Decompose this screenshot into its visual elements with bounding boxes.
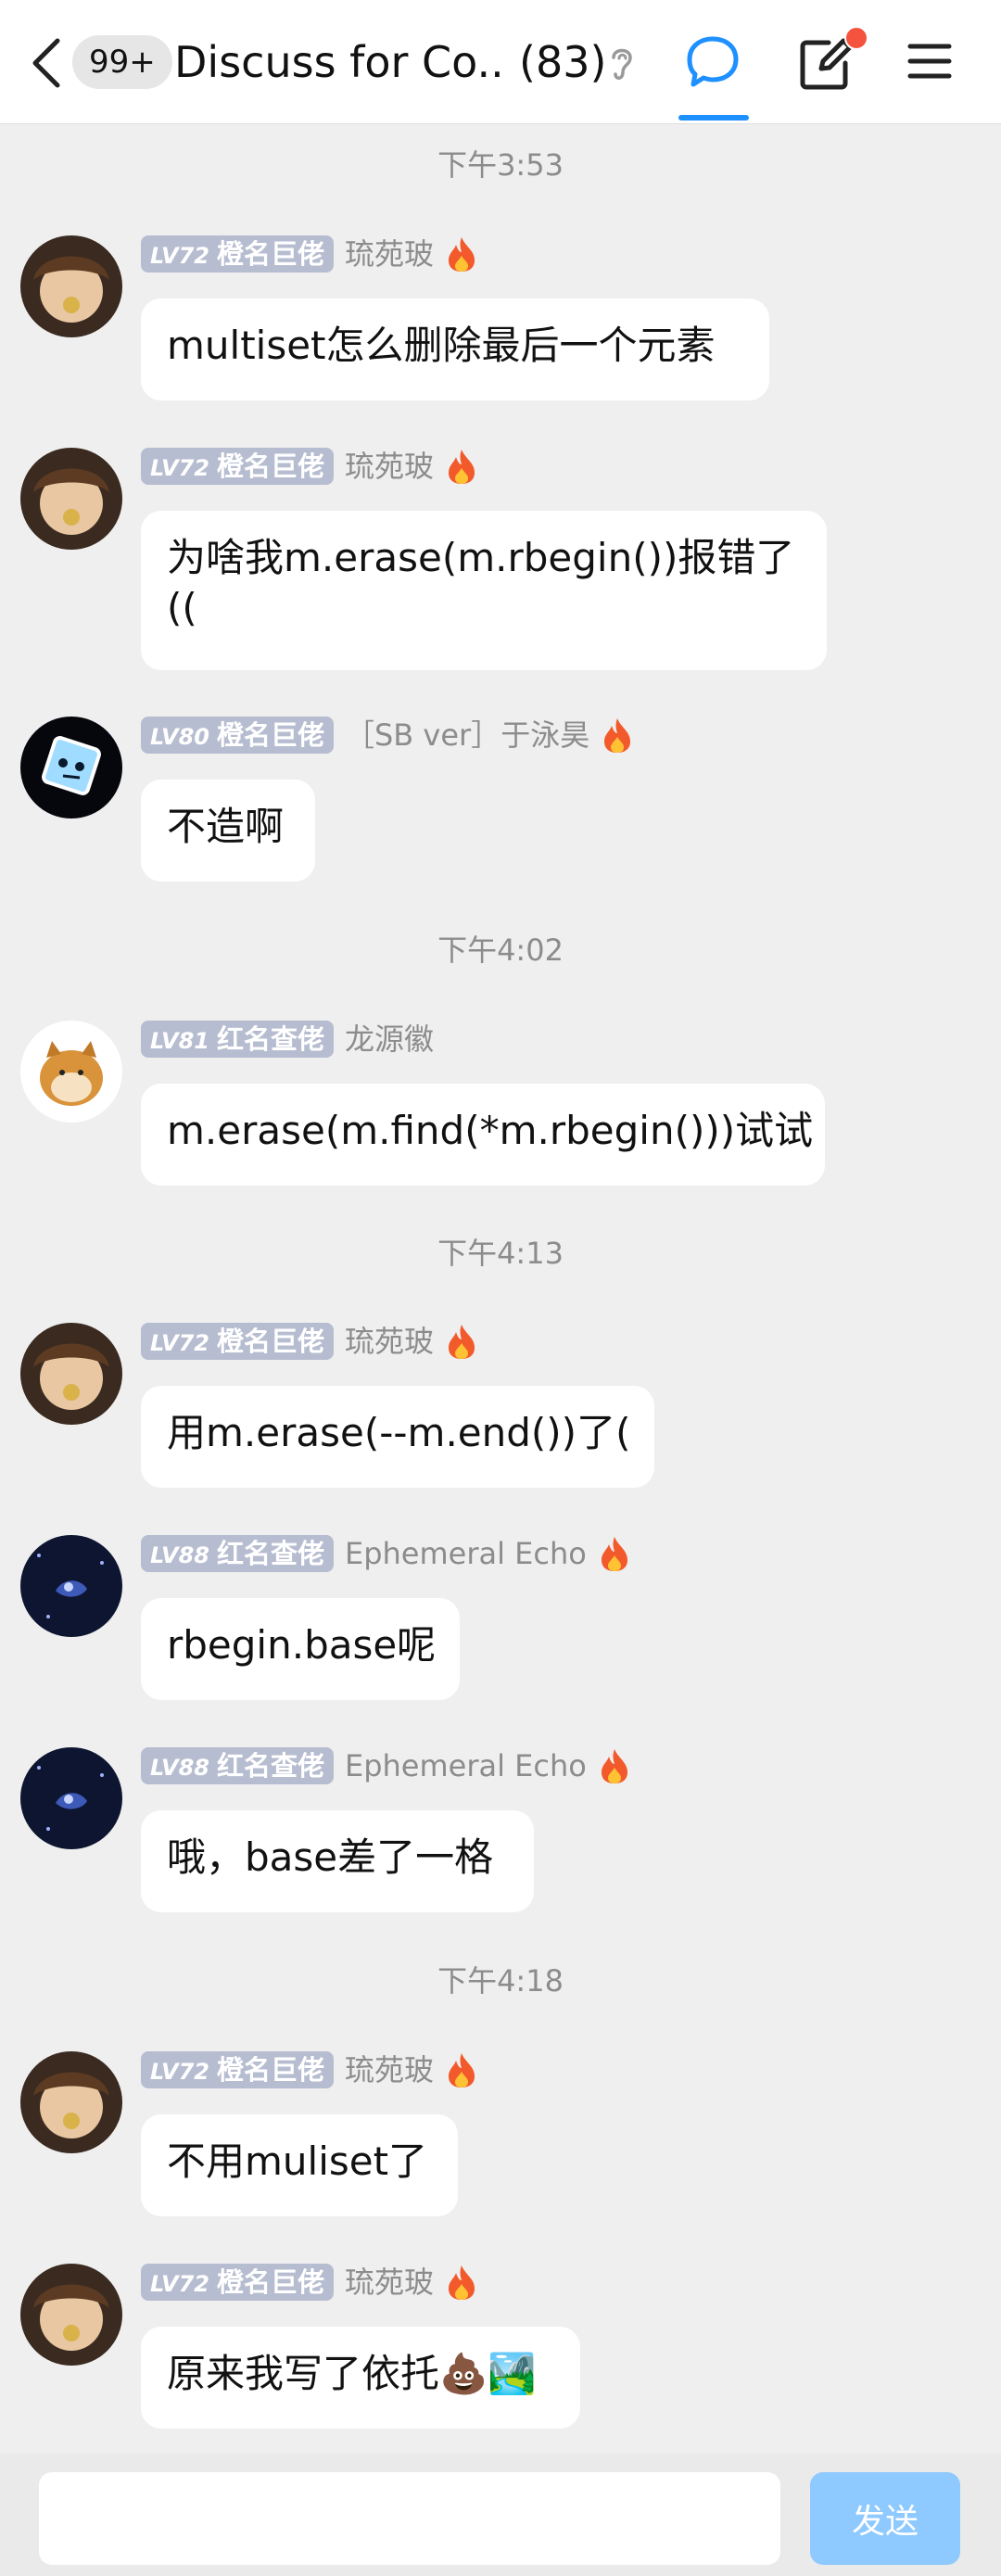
level-title: 红名查佬	[216, 1023, 324, 1055]
level-title: 红名查佬	[216, 1538, 324, 1569]
timestamp: 下午4:02	[437, 933, 564, 968]
level-number: LV72	[150, 455, 209, 481]
level-title: 橙名巨佬	[216, 2054, 324, 2086]
message-bubble[interactable]: multiset怎么删除最后一个元素	[141, 298, 769, 400]
level-title: 红名查佬	[216, 1750, 324, 1782]
fire-icon	[449, 2265, 475, 2300]
level-title: 橙名巨佬	[216, 2266, 324, 2298]
level-badge: LV72 橙名巨佬	[141, 2264, 334, 2301]
avatar[interactable]	[20, 2051, 122, 2153]
level-number: LV80	[150, 724, 209, 750]
level-badge: LV72 橙名巨佬	[141, 448, 334, 485]
message-meta: LV72 橙名巨佬 琉苑玻	[141, 2051, 478, 2092]
level-title: 橙名巨佬	[216, 238, 324, 270]
chat-header: 99+ Discuss for Co... (83)	[0, 0, 1001, 124]
message-bubble[interactable]: 原来我写了依托💩🏞️	[141, 2327, 580, 2429]
message-bubble[interactable]: 不造啊	[141, 780, 315, 882]
level-badge: LV81 红名查佬	[141, 1021, 334, 1058]
chat-icon[interactable]	[684, 33, 741, 91]
message-meta: LV88 红名查佬 Ephemeral Echo	[141, 1535, 631, 1576]
message-bubble[interactable]: 哦，base差了一格	[141, 1810, 534, 1912]
message-bubble[interactable]: 不用muliset了	[141, 2114, 458, 2216]
level-number: LV88	[150, 1542, 209, 1568]
sender-name[interactable]: 琉苑玻	[345, 2264, 434, 2301]
level-badge: LV88 红名查佬	[141, 1535, 334, 1572]
unread-count-badge[interactable]: 99+	[72, 35, 172, 89]
fire-icon	[601, 1749, 627, 1783]
sender-name[interactable]: ［SB ver］于泳昊	[345, 717, 589, 754]
timestamp: 下午3:53	[437, 147, 564, 183]
level-badge: LV88 红名查佬	[141, 1747, 334, 1784]
avatar[interactable]	[20, 717, 122, 818]
avatar[interactable]	[20, 2264, 122, 2366]
fire-icon	[449, 1325, 475, 1359]
level-number: LV88	[150, 1755, 209, 1781]
message-bubble[interactable]: rbegin.base呢	[141, 1598, 460, 1700]
sender-name[interactable]: 琉苑玻	[345, 448, 434, 485]
message-meta: LV80 橙名巨佬 ［SB ver］于泳昊	[141, 717, 634, 757]
level-title: 橙名巨佬	[216, 719, 324, 751]
fire-icon	[604, 718, 631, 753]
message-bubble[interactable]: m.erase(m.find(*m.rbegin()))试试	[141, 1084, 825, 1186]
member-count: (83)	[519, 37, 607, 87]
level-badge: LV72 橙名巨佬	[141, 1323, 334, 1360]
ear-icon	[612, 48, 632, 80]
message-meta: LV88 红名查佬 Ephemeral Echo	[141, 1747, 631, 1788]
message-composer: 发送	[0, 2454, 1001, 2576]
level-number: LV81	[150, 1028, 209, 1054]
sender-name[interactable]: Ephemeral Echo	[345, 1535, 587, 1572]
sender-name[interactable]: 琉苑玻	[345, 1323, 434, 1360]
message-bubble[interactable]: 为啥我m.erase(m.rbegin())报错了((	[141, 511, 827, 670]
message-meta: LV72 橙名巨佬 琉苑玻	[141, 448, 478, 489]
level-number: LV72	[150, 2059, 209, 2085]
avatar[interactable]	[20, 235, 122, 337]
timestamp: 下午4:13	[437, 1236, 564, 1271]
message-meta: LV72 橙名巨佬 琉苑玻	[141, 1323, 478, 1364]
fire-icon	[449, 2053, 475, 2087]
message-meta: LV72 橙名巨佬 琉苑玻	[141, 235, 478, 276]
sender-name[interactable]: Ephemeral Echo	[345, 1747, 587, 1784]
notification-dot	[844, 26, 868, 50]
back-icon[interactable]	[28, 37, 65, 89]
level-title: 橙名巨佬	[216, 450, 324, 482]
level-badge: LV72 橙名巨佬	[141, 235, 334, 273]
fire-icon	[449, 450, 475, 484]
level-number: LV72	[150, 243, 209, 269]
level-number: LV72	[150, 1330, 209, 1356]
timestamp: 下午4:18	[437, 1963, 564, 1999]
avatar[interactable]	[20, 448, 122, 550]
sender-name[interactable]: 琉苑玻	[345, 235, 434, 273]
sender-name[interactable]: 龙源徽	[345, 1021, 434, 1058]
level-title: 橙名巨佬	[216, 1326, 324, 1357]
avatar[interactable]	[20, 1535, 122, 1637]
avatar[interactable]	[20, 1747, 122, 1849]
fire-icon	[601, 1537, 627, 1571]
message-bubble[interactable]: 用m.erase(--m.end())了(	[141, 1386, 654, 1488]
fire-icon	[449, 237, 475, 272]
menu-icon[interactable]	[906, 41, 953, 82]
message-meta: LV81 红名查佬 龙源徽	[141, 1021, 434, 1061]
sender-name[interactable]: 琉苑玻	[345, 2051, 434, 2088]
send-button[interactable]: 发送	[810, 2472, 960, 2565]
level-badge: LV72 橙名巨佬	[141, 2051, 334, 2088]
group-title[interactable]: Discuss for Co...	[174, 32, 508, 93]
level-badge: LV80 橙名巨佬	[141, 717, 334, 754]
avatar[interactable]	[20, 1323, 122, 1425]
level-number: LV72	[150, 2271, 209, 2297]
message-meta: LV72 橙名巨佬 琉苑玻	[141, 2264, 478, 2304]
avatar[interactable]	[20, 1021, 122, 1123]
active-tab-indicator	[678, 115, 749, 121]
message-input[interactable]	[39, 2472, 780, 2565]
